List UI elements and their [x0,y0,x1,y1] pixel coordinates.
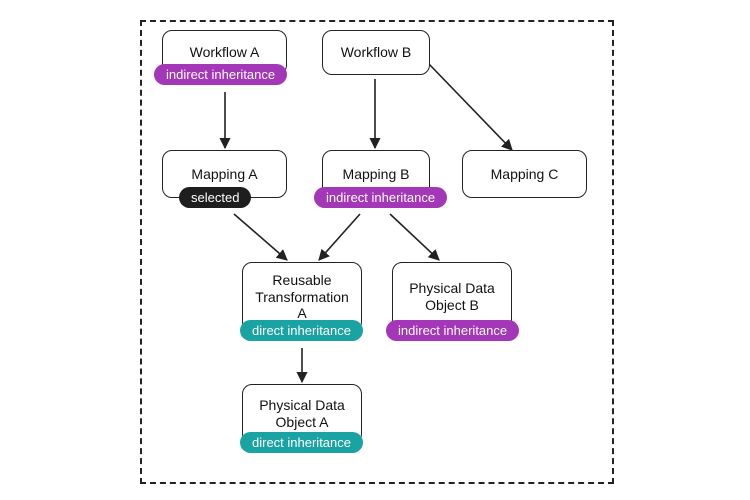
badge-reusable-transformation-a: direct inheritance [240,320,363,341]
node-workflow-b: Workflow B [322,30,430,75]
badge-mapping-a: selected [179,187,251,208]
node-mapping-c: Mapping C [462,150,587,198]
node-label: Reusable Transformation A [249,272,355,322]
node-label: Mapping A [191,166,257,183]
node-label: Physical Data Object B [399,280,505,314]
node-label: Workflow A [190,44,260,61]
badge-workflow-a: indirect inheritance [154,64,287,85]
badge-physical-data-object-b: indirect inheritance [386,320,519,341]
node-label: Physical Data Object A [249,397,355,431]
node-label: Mapping B [343,166,410,183]
node-label: Mapping C [491,166,559,183]
badge-physical-data-object-a: direct inheritance [240,432,363,453]
diagram-edges [142,22,612,482]
node-label: Workflow B [341,44,412,61]
diagram-frame: Workflow A indirect inheritance Workflow… [140,20,614,484]
badge-mapping-b: indirect inheritance [314,187,447,208]
